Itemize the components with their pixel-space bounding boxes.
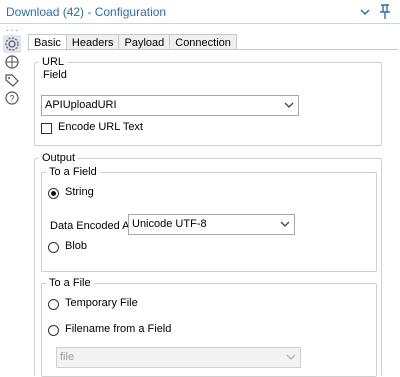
tab-connection[interactable]: Connection	[169, 34, 237, 50]
file-field-select-value: file	[60, 351, 75, 363]
encode-url-label: Encode URL Text	[58, 121, 143, 133]
to-file-legend: To a File	[46, 276, 94, 290]
radio-selected-dot	[51, 191, 56, 196]
encoding-select-value: Unicode UTF-8	[132, 218, 207, 230]
filename-from-field-radio[interactable]	[48, 325, 59, 336]
blob-radio[interactable]	[48, 242, 59, 253]
svg-text:?: ?	[9, 94, 14, 104]
filename-from-field-label: Filename from a Field	[65, 323, 172, 335]
tab-strip: Basic Headers Payload Connection	[28, 34, 237, 51]
temporary-file-label: Temporary File	[65, 297, 138, 309]
tag-icon[interactable]	[3, 71, 21, 89]
config-content: Basic Headers Payload Connection URL Fie…	[28, 34, 398, 377]
to-field-group: To a Field String Data Encoded As Unicod…	[41, 165, 377, 272]
title-bar: Download (42) - Configuration	[0, 0, 400, 24]
string-radio[interactable]	[48, 188, 59, 199]
gear-icon[interactable]	[3, 35, 21, 53]
output-group: Output To a Field String Data Encoded As…	[34, 151, 382, 377]
url-group: URL Field APIUploadURI Encode URL Text	[34, 55, 382, 146]
to-file-group: To a File Temporary File Filename from a…	[41, 276, 377, 377]
basic-panel: URL Field APIUploadURI Encode URL Text O…	[28, 49, 398, 377]
temporary-file-radio[interactable]	[48, 299, 59, 310]
help-icon[interactable]: ?	[3, 89, 21, 107]
field-select[interactable]: APIUploadURI	[41, 95, 299, 116]
string-label: String	[65, 186, 94, 198]
to-field-legend: To a Field	[46, 165, 100, 179]
encoding-select[interactable]: Unicode UTF-8	[128, 214, 295, 235]
chevron-down-icon[interactable]	[357, 4, 373, 20]
url-legend: URL	[39, 55, 68, 69]
chevron-down-icon	[286, 354, 296, 360]
globe-icon[interactable]	[3, 53, 21, 71]
tab-payload[interactable]: Payload	[118, 34, 171, 50]
chevron-down-icon	[284, 102, 294, 108]
pin-icon[interactable]	[377, 3, 393, 21]
field-label: Field	[43, 69, 67, 81]
data-encoded-label: Data Encoded As	[50, 220, 136, 232]
encode-url-checkbox[interactable]	[41, 123, 52, 134]
output-legend: Output	[39, 151, 79, 165]
chevron-down-icon	[280, 221, 290, 227]
window-title: Download (42) - Configuration	[6, 5, 167, 19]
field-select-value: APIUploadURI	[45, 99, 117, 111]
blob-label: Blob	[65, 240, 88, 252]
file-field-select[interactable]: file	[56, 347, 301, 368]
tab-headers[interactable]: Headers	[65, 34, 120, 50]
left-rail: ··· ?	[0, 24, 24, 375]
